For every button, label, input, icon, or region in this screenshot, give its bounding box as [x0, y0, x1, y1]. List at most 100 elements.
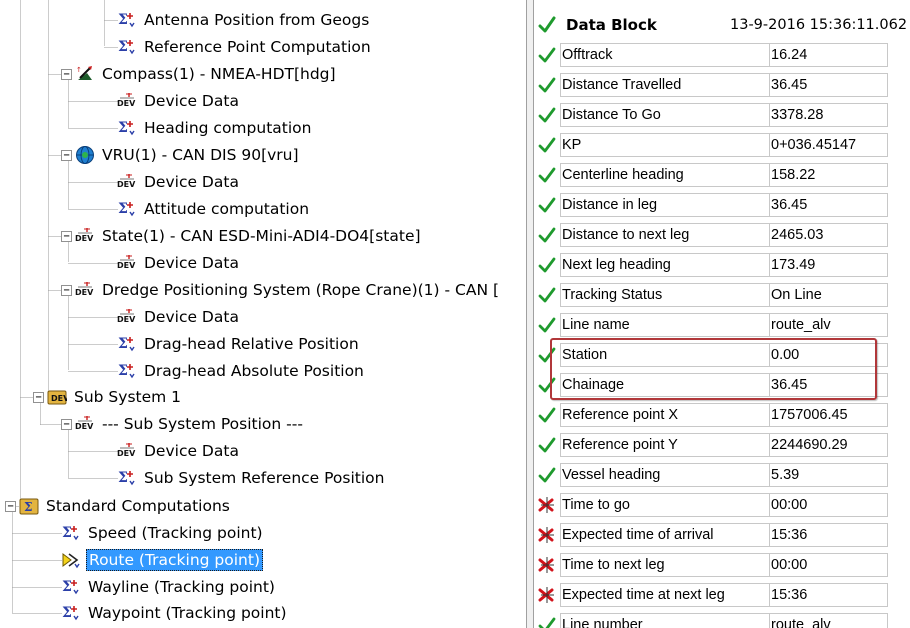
tree-item-speed[interactable]: Σ Speed (Tracking point) [61, 520, 265, 546]
svg-text:Σ: Σ [62, 579, 72, 595]
data-row-name: Time to go [560, 493, 770, 517]
data-row[interactable]: Reference point Y 2244690.29 [534, 430, 910, 460]
data-row-name: Next leg heading [560, 253, 770, 277]
tree-item-route[interactable]: Route (Tracking point) [61, 547, 263, 573]
data-row[interactable]: Time to next leg 00:00 [534, 550, 910, 580]
tree-item-antenna-position[interactable]: Σ Antenna Position from Geogs [117, 7, 371, 33]
check-icon [534, 220, 560, 250]
sigma-computation-icon: Σ [117, 199, 137, 219]
data-row[interactable]: Station 0.00 [534, 340, 910, 370]
data-row[interactable]: Vessel heading 5.39 [534, 460, 910, 490]
sigma-computation-icon: Σ [61, 523, 81, 543]
sigma-computation-icon: Σ [117, 334, 137, 354]
data-row[interactable]: Distance to next leg 2465.03 [534, 220, 910, 250]
tree-item-label: VRU(1) - CAN DIS 90[vru] [102, 146, 299, 164]
collapse-toggle[interactable]: − [61, 418, 72, 430]
collapse-toggle[interactable]: − [61, 149, 72, 161]
data-row[interactable]: Next leg heading 173.49 [534, 250, 910, 280]
collapse-toggle[interactable]: − [61, 230, 72, 242]
data-row-name: Expected time at next leg [560, 583, 770, 607]
tree-item-compass-device-data[interactable]: DEV Device Data [117, 88, 241, 114]
error-x-icon [534, 520, 560, 550]
data-row-name: Station [560, 343, 770, 367]
data-row[interactable]: Expected time of arrival 15:36 [534, 520, 910, 550]
tree-item-sub-system-device-data[interactable]: DEV Device Data [117, 438, 241, 464]
tree-item-vru[interactable]: − VRU(1) - CAN DIS 90[vru] [61, 142, 301, 168]
tree-item-state-device-data[interactable]: DEV Device Data [117, 250, 241, 276]
tree-item-sub-system-position[interactable]: − DEV --- Sub System Position --- [61, 411, 305, 437]
svg-text:DEV: DEV [117, 99, 136, 108]
tree-item-standard-computations[interactable]: − Σ Standard Computations [5, 493, 232, 519]
collapse-toggle[interactable]: − [33, 391, 44, 403]
subsystem-icon: DEV [47, 387, 67, 407]
data-row[interactable]: Tracking Status On Line [534, 280, 910, 310]
tree-item-waypoint[interactable]: Σ Waypoint (Tracking point) [61, 600, 289, 626]
tree-item-wayline[interactable]: Σ Wayline (Tracking point) [61, 574, 277, 600]
data-block-timestamp: 13-9-2016 15:36:11.062 [730, 17, 908, 33]
data-row[interactable]: KP 0+036.45147 [534, 130, 910, 160]
data-row[interactable]: Line number route_alv [534, 610, 910, 628]
standard-computations-icon: Σ [19, 496, 39, 516]
data-row[interactable]: Distance To Go 3378.28 [534, 100, 910, 130]
svg-text:DEV: DEV [75, 288, 94, 297]
device-data-icon: DEV [75, 414, 95, 434]
tree-item-vru-device-data[interactable]: DEV Device Data [117, 169, 241, 195]
tree-item-label: Drag-head Relative Position [144, 335, 359, 353]
data-row[interactable]: Centerline heading 158.22 [534, 160, 910, 190]
data-row[interactable]: Offtrack 16.24 [534, 40, 910, 70]
data-row[interactable]: Distance in leg 36.45 [534, 190, 910, 220]
system-tree[interactable]: Σ Antenna Position from Geogs Σ Referenc… [0, 0, 526, 628]
data-row-name: Distance To Go [560, 103, 770, 127]
tree-item-reference-point-computation[interactable]: Σ Reference Point Computation [117, 34, 373, 60]
tree-item-drag-head-relative-position[interactable]: Σ Drag-head Relative Position [117, 331, 361, 357]
tree-item-label: Drag-head Absolute Position [144, 362, 364, 380]
tree-item-label: Compass(1) - NMEA-HDT[hdg] [102, 65, 336, 83]
data-row[interactable]: Line name route_alv [534, 310, 910, 340]
data-row[interactable]: Reference point X 1757006.45 [534, 400, 910, 430]
panel-splitter[interactable] [526, 0, 534, 628]
tree-item-label: Device Data [144, 254, 239, 272]
svg-text:DEV: DEV [75, 234, 94, 243]
data-row[interactable]: Expected time at next leg 15:36 [534, 580, 910, 610]
data-row-value: 15:36 [770, 583, 888, 607]
svg-text:Σ: Σ [118, 201, 128, 217]
data-row-name: Reference point Y [560, 433, 770, 457]
data-row[interactable]: Time to go 00:00 [534, 490, 910, 520]
tree-item-compass[interactable]: − ↑ Compass(1) - NMEA-HDT[hdg] [61, 61, 338, 87]
data-row-value: route_alv [770, 613, 888, 628]
data-row-value: 2465.03 [770, 223, 888, 247]
tree-item-label: Device Data [144, 92, 239, 110]
tree-item-sub-system-reference-position[interactable]: Σ Sub System Reference Position [117, 465, 387, 491]
sigma-computation-icon: Σ [117, 361, 137, 381]
data-row[interactable]: Chainage 36.45 [534, 370, 910, 400]
svg-text:DEV: DEV [51, 394, 67, 403]
data-row[interactable]: Distance Travelled 36.45 [534, 70, 910, 100]
data-row-name: KP [560, 133, 770, 157]
data-row-name: Chainage [560, 373, 770, 397]
data-row-value: 158.22 [770, 163, 888, 187]
tree-item-drag-head-absolute-position[interactable]: Σ Drag-head Absolute Position [117, 358, 366, 384]
tree-item-dredge-device-data[interactable]: DEV Device Data [117, 304, 241, 330]
collapse-toggle[interactable]: − [61, 68, 72, 80]
tree-item-label: Dredge Positioning System (Rope Crane)(1… [102, 281, 500, 299]
svg-text:Σ: Σ [118, 363, 128, 379]
data-row-name: Centerline heading [560, 163, 770, 187]
data-row-name: Line number [560, 613, 770, 628]
data-row-value: 0.00 [770, 343, 888, 367]
svg-text:Σ: Σ [118, 470, 128, 486]
tree-item-attitude-computation[interactable]: Σ Attitude computation [117, 196, 311, 222]
tree-item-label: Device Data [144, 308, 239, 326]
error-x-icon [534, 580, 560, 610]
tree-item-state[interactable]: − DEV State(1) - CAN ESD-Mini-ADI4-DO4[s… [61, 223, 423, 249]
compass-icon: ↑ [75, 64, 95, 84]
tree-item-dredge-positioning-system[interactable]: − DEV Dredge Positioning System (Rope Cr… [61, 277, 501, 303]
check-icon [534, 310, 560, 340]
data-row-name: Expected time of arrival [560, 523, 770, 547]
collapse-toggle[interactable]: − [5, 500, 16, 512]
tree-item-sub-system-1[interactable]: − DEV Sub System 1 [33, 384, 183, 410]
tree-item-heading-computation[interactable]: Σ Heading computation [117, 115, 313, 141]
svg-text:↑: ↑ [76, 66, 82, 74]
svg-text:Σ: Σ [118, 336, 128, 352]
collapse-toggle[interactable]: − [61, 284, 72, 296]
data-row-value: 36.45 [770, 73, 888, 97]
